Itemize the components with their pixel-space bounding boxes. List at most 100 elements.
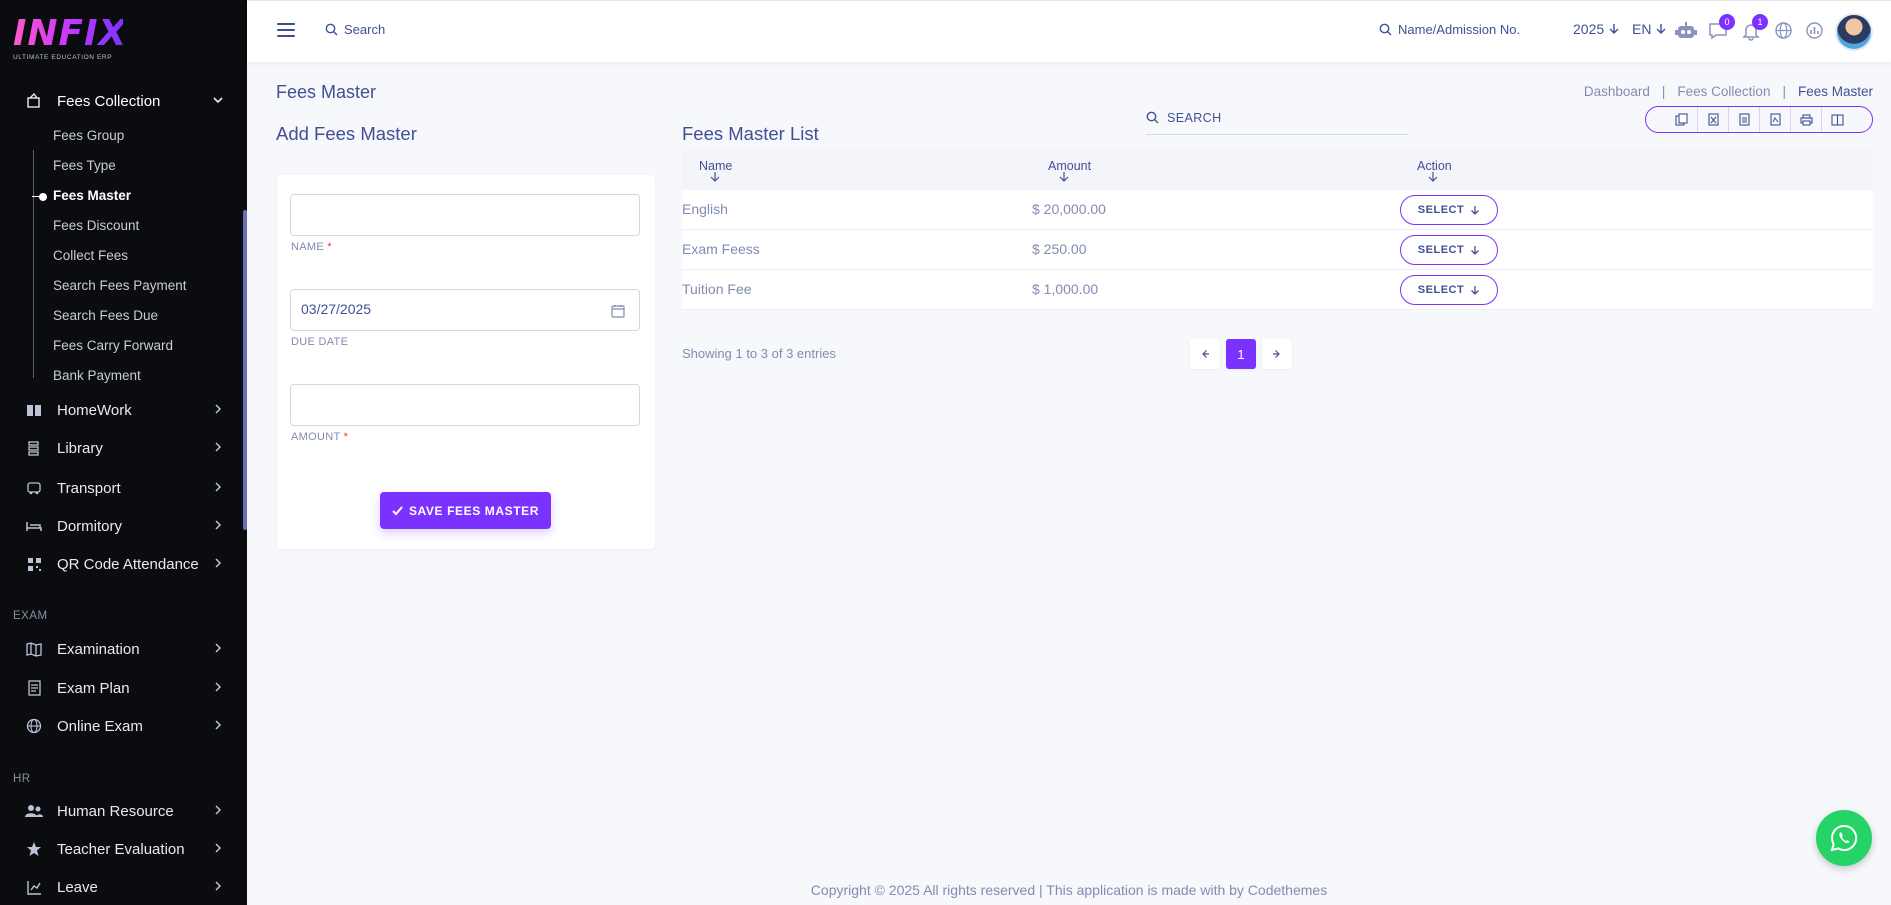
chevron-right-icon (215, 843, 222, 853)
sidebar-item-transport[interactable]: Transport (0, 472, 247, 504)
column-header-amount[interactable]: Amount (1048, 159, 1091, 182)
list-search-input[interactable]: SEARCH (1146, 101, 1408, 135)
sidebar-item-homework[interactable]: HomeWork (0, 394, 247, 426)
sidebar-subitem-fees-type[interactable]: Fees Type (53, 154, 116, 178)
copy-icon (1675, 113, 1688, 126)
sidebar-item-fees-collection[interactable]: Fees Collection (0, 85, 247, 117)
sidebar-item-human-resource[interactable]: Human Resource (0, 795, 247, 827)
print-button[interactable] (1790, 107, 1821, 132)
list-search-placeholder: SEARCH (1167, 110, 1222, 125)
csv-button[interactable] (1728, 107, 1759, 132)
sidebar-item-qr-code-attendance[interactable]: QR Code Attendance (0, 548, 247, 580)
year-value: 2025 (1573, 21, 1605, 37)
arrow-down-icon (1609, 24, 1619, 34)
sort-arrow-icon (710, 172, 720, 182)
bus-icon (25, 479, 43, 497)
bell-icon[interactable]: 1 (1741, 14, 1768, 41)
table-info: Showing 1 to 3 of 3 entries (682, 346, 836, 361)
top-search[interactable]: Search (325, 22, 385, 37)
logo[interactable]: INFIX ULTIMATE EDUCATION ERP (13, 14, 126, 66)
sidebar-item-teacher-evaluation[interactable]: Teacher Evaluation (0, 833, 247, 865)
globe-icon[interactable] (1774, 21, 1794, 41)
select-action-button[interactable]: SELECT (1400, 195, 1498, 225)
chevron-right-icon (215, 682, 222, 692)
sidebar-item-library[interactable]: Library (0, 432, 247, 464)
sidebar-subitem-fees-group[interactable]: Fees Group (53, 124, 124, 148)
chevron-right-icon (215, 881, 222, 891)
arrow-down-icon (1471, 285, 1480, 295)
columns-icon (1830, 113, 1844, 126)
section-label-hr: HR (13, 773, 31, 785)
footer: Copyright © 2025 All rights reserved | T… (810, 882, 1328, 898)
breadcrumb-fees-collection[interactable]: Fees Collection (1677, 84, 1770, 99)
hamburger-menu-icon[interactable] (277, 23, 295, 37)
sidebar-item-label: Examination (57, 640, 140, 658)
amount-input[interactable] (290, 384, 640, 426)
admission-search[interactable]: Name/Admission No. (1379, 22, 1520, 37)
breadcrumb-separator: | (1661, 84, 1666, 99)
cell-amount: $ 250.00 (1032, 241, 1087, 257)
section-label-exam: EXAM (13, 610, 48, 622)
select-action-button[interactable]: SELECT (1400, 235, 1498, 265)
sidebar-item-label: Teacher Evaluation (57, 840, 185, 858)
year-select[interactable]: 2025 (1573, 21, 1620, 37)
copy-button[interactable] (1666, 107, 1697, 132)
globe-icon (25, 717, 43, 735)
sidebar-subitem-bank-payment[interactable]: Bank Payment (53, 364, 141, 388)
chevron-right-icon (215, 720, 222, 730)
prev-page-button[interactable] (1190, 339, 1220, 369)
chevron-right-icon (215, 805, 222, 815)
sidebar-item-leave[interactable]: Leave (0, 871, 247, 903)
pdf-button[interactable] (1759, 107, 1790, 132)
sidebar-item-online-exam[interactable]: Online Exam (0, 710, 247, 742)
submenu-line (33, 150, 34, 378)
sidebar-item-examination[interactable]: Examination (0, 633, 247, 665)
search-icon (1379, 23, 1392, 36)
column-visibility-button[interactable] (1821, 107, 1852, 132)
sidebar-subitem-collect-fees[interactable]: Collect Fees (53, 244, 128, 268)
sidebar-subitem-search-fees-payment[interactable]: Search Fees Payment (53, 274, 187, 298)
chevron-right-icon (1273, 350, 1280, 358)
excel-icon (1707, 113, 1719, 126)
sidebar-item-label: QR Code Attendance (57, 555, 199, 573)
robot-icon[interactable] (1675, 21, 1697, 41)
sidebar-item-label: HomeWork (57, 401, 132, 419)
table-header: Name Amount Action (682, 150, 1873, 190)
sidebar-subitem-fees-discount[interactable]: Fees Discount (53, 214, 139, 238)
excel-button[interactable] (1697, 107, 1728, 132)
page-button-current[interactable]: 1 (1226, 339, 1256, 369)
avatar[interactable] (1835, 13, 1873, 51)
due-date-input[interactable]: 03/27/2025 (290, 289, 640, 331)
sidebar-subitem-fees-master[interactable]: Fees Master (53, 184, 131, 208)
chevron-down-icon (213, 97, 223, 104)
star-icon (25, 840, 43, 858)
whatsapp-button[interactable] (1816, 810, 1872, 866)
users-icon (25, 802, 43, 820)
breadcrumb-dashboard[interactable]: Dashboard (1584, 84, 1650, 99)
sidebar-item-label: Online Exam (57, 717, 143, 735)
calendar-icon[interactable] (611, 304, 625, 318)
select-action-button[interactable]: SELECT (1400, 275, 1498, 305)
logo-tagline: ULTIMATE EDUCATION ERP (13, 54, 113, 61)
bed-icon (25, 517, 43, 535)
language-select[interactable]: EN (1632, 21, 1667, 37)
book-icon (25, 401, 43, 419)
sidebar-subitem-fees-carry-forward[interactable]: Fees Carry Forward (53, 334, 173, 358)
active-indicator-dot (39, 193, 47, 201)
sidebar-item-exam-plan[interactable]: Exam Plan (0, 672, 247, 704)
column-header-name[interactable]: Name (699, 159, 732, 182)
save-fees-master-button[interactable]: SAVE FEES MASTER (380, 492, 551, 529)
stats-icon[interactable] (1805, 21, 1825, 41)
arrow-down-icon (1471, 205, 1480, 215)
sidebar-item-dormitory[interactable]: Dormitory (0, 510, 247, 542)
sidebar-subitem-search-fees-due[interactable]: Search Fees Due (53, 304, 158, 328)
next-page-button[interactable] (1262, 339, 1292, 369)
messages-icon[interactable]: 0 (1708, 14, 1735, 41)
search-icon (1146, 111, 1159, 124)
sidebar-item-label: Transport (57, 479, 121, 497)
pdf-icon (1769, 113, 1781, 126)
cell-name: English (682, 201, 728, 217)
csv-icon (1738, 113, 1750, 126)
language-value: EN (1632, 21, 1652, 37)
name-input[interactable] (290, 194, 640, 236)
